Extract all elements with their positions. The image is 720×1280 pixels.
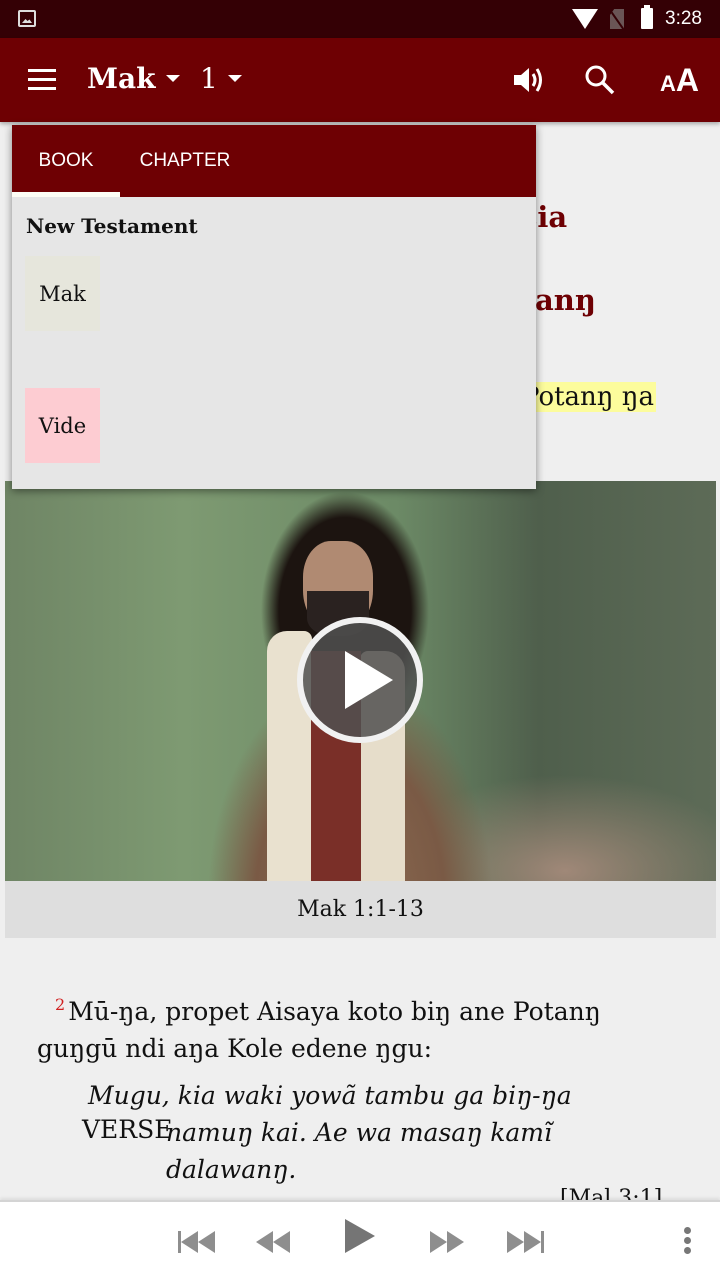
battery-icon: [641, 5, 653, 29]
text-size-icon[interactable]: AA: [660, 62, 699, 99]
highlighted-text-fragment: Potanŋ ŋa: [520, 382, 657, 412]
poetry-line: dalawanŋ.: [166, 1155, 297, 1184]
tab-verse[interactable]: VERSE: [49, 1111, 173, 1183]
video-thumbnail[interactable]: [5, 481, 716, 881]
more-vert-icon[interactable]: [684, 1227, 692, 1254]
poetry-line: namuŋ kai. Ae wa masaŋ kamĩ: [166, 1118, 552, 1147]
verse-text: Mū-ŋa, propet Aisaya koto biŋ ane Potanŋ…: [37, 997, 601, 1063]
fast-forward-icon[interactable]: [430, 1230, 464, 1254]
speaker-icon[interactable]: [512, 64, 546, 96]
tab-chapter[interactable]: CHAPTER: [120, 125, 250, 197]
play-icon[interactable]: [345, 1219, 375, 1253]
book-selector-label: Mak: [87, 62, 156, 95]
selected-tab-indicator: [12, 192, 120, 197]
chapter-selector-label: 1: [200, 62, 218, 95]
section-heading: New Testament: [26, 214, 198, 238]
status-bar: 3:28: [0, 0, 720, 38]
rewind-icon[interactable]: [256, 1230, 290, 1254]
tab-book[interactable]: BOOK: [12, 125, 120, 197]
image-notification-icon: [18, 10, 36, 27]
chapter-selector[interactable]: 1: [200, 62, 242, 95]
audio-player-bar: [0, 1200, 720, 1280]
wifi-icon: [572, 9, 598, 29]
menu-icon[interactable]: [28, 69, 56, 91]
app-bar: Mak 1 AA: [0, 38, 720, 122]
verse-paragraph: 2 Mū-ŋa, propet Aisaya koto biŋ ane Potan…: [37, 986, 677, 1067]
book-button-vide[interactable]: Vide: [25, 388, 100, 463]
book-picker-popup: BOOK CHAPTER VERSE New Testament Mak Vid…: [12, 125, 536, 1144]
play-circle-icon[interactable]: [297, 617, 423, 743]
book-selector[interactable]: Mak: [87, 62, 180, 95]
book-button-mak[interactable]: Mak: [25, 256, 100, 331]
picker-tabs: BOOK CHAPTER VERSE: [12, 125, 536, 1144]
dropdown-caret-icon: [227, 75, 242, 82]
dropdown-caret-icon: [165, 75, 180, 82]
skip-next-icon[interactable]: [507, 1230, 544, 1254]
video-caption: Mak 1:1-13: [5, 881, 716, 938]
search-icon[interactable]: [584, 64, 616, 96]
screen: 3:28 Mak 1 AA isia wanŋ Potanŋ ŋa Mak 1:…: [0, 0, 720, 1280]
no-sim-icon: [610, 9, 624, 29]
skip-previous-icon[interactable]: [178, 1230, 215, 1254]
cross-reference[interactable]: [Mal 3:1]: [560, 1184, 662, 1200]
verse-number: 2: [55, 995, 66, 1014]
poetry-line: Mugu, kia waki yowã tambu ga biŋ-ŋa: [88, 1081, 572, 1110]
status-time: 3:28: [665, 8, 702, 29]
